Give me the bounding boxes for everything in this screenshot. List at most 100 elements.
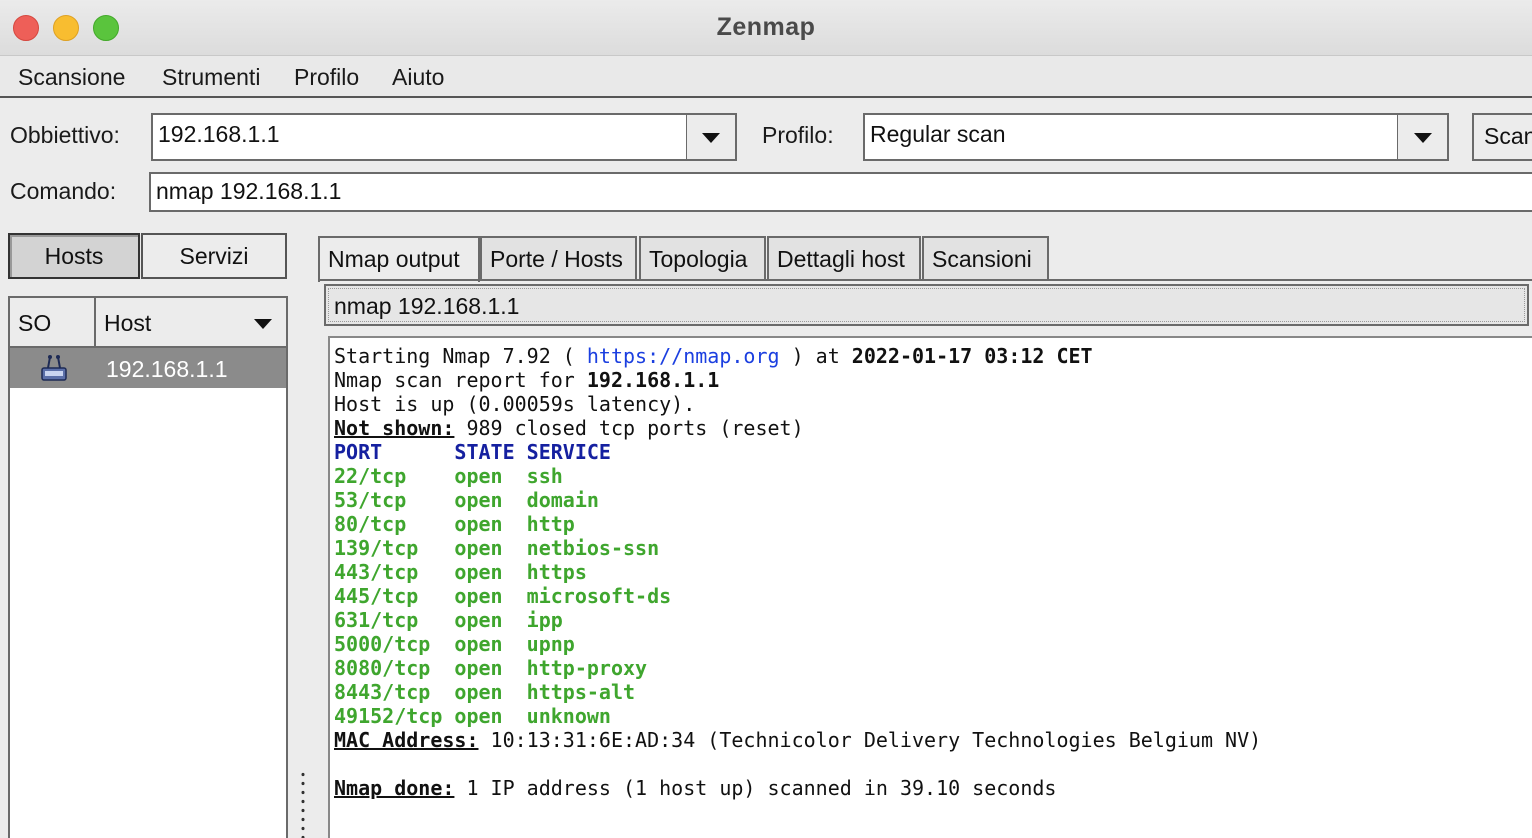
port-state: open (454, 584, 527, 608)
menu-profilo[interactable]: Profilo (294, 64, 359, 91)
output-not-shown-label: Not shown: (334, 416, 455, 440)
port-state: open (454, 488, 527, 512)
state-header: STATE (454, 440, 527, 464)
nmap-output-panel[interactable]: Starting Nmap 7.92 ( https://nmap.org ) … (328, 336, 1532, 838)
port-number: 22/tcp (334, 464, 455, 488)
host-row[interactable]: 192.168.1.1 (10, 348, 286, 388)
target-label: Obbiettivo: (10, 122, 120, 148)
service-header: SERVICE (526, 440, 611, 464)
port-row: 445/tcp open microsoft-ds (334, 584, 671, 608)
port-service: http-proxy (526, 656, 648, 680)
tab-nmap-output[interactable]: Nmap output (318, 236, 480, 282)
port-row: 443/tcp open https (334, 560, 587, 584)
port-service: ssh (526, 464, 563, 488)
chevron-down-icon (1413, 133, 1432, 143)
target-input[interactable]: 192.168.1.1 (151, 113, 688, 161)
port-number: 8080/tcp (334, 656, 455, 680)
port-service: netbios-ssn (526, 536, 660, 560)
output-start-mid: ) at (779, 344, 852, 368)
port-state: open (454, 536, 527, 560)
port-number: 445/tcp (334, 584, 455, 608)
tab-porte-hosts[interactable]: Porte / Hosts (480, 236, 637, 280)
profile-label: Profilo: (762, 122, 834, 148)
port-number: 139/tcp (334, 536, 455, 560)
port-state: open (454, 608, 527, 632)
output-done-label: Nmap done: (334, 776, 455, 800)
output-not-shown-text: 989 closed tcp ports (reset) (454, 416, 804, 440)
command-input[interactable]: nmap 192.168.1.1 (149, 172, 1532, 212)
port-number: 631/tcp (334, 608, 455, 632)
port-service: domain (526, 488, 599, 512)
command-label: Comando: (10, 178, 117, 204)
output-report-host: 192.168.1.1 (586, 368, 720, 392)
port-number: 53/tcp (334, 488, 455, 512)
menu-aiuto[interactable]: Aiuto (392, 64, 444, 91)
port-service: unknown (526, 704, 611, 728)
output-start-prefix: Starting Nmap 7.92 ( (334, 344, 587, 368)
port-row: 5000/tcp open upnp (334, 632, 575, 656)
port-row: 8443/tcp open https-alt (334, 680, 635, 704)
port-state: open (454, 512, 527, 536)
chevron-down-icon (702, 133, 720, 143)
target-dropdown-button[interactable] (686, 113, 737, 161)
column-header-os[interactable]: SO (10, 298, 96, 348)
port-number: 49152/tcp (334, 704, 455, 728)
scan-button[interactable]: Scan (1472, 113, 1532, 161)
sort-arrow-icon (254, 319, 272, 329)
title-bar: Zenmap (0, 0, 1532, 56)
port-row: 53/tcp open domain (334, 488, 599, 512)
window-title: Zenmap (716, 13, 816, 41)
output-report-prefix: Nmap scan report for (334, 368, 587, 392)
output-done-text: 1 IP address (1 host up) scanned in 39.1… (454, 776, 1057, 800)
menu-scansione[interactable]: Scansione (18, 64, 125, 91)
port-number: 80/tcp (334, 512, 455, 536)
tab-topologia[interactable]: Topologia (639, 236, 766, 280)
port-state: open (454, 560, 527, 584)
port-state: open (454, 704, 527, 728)
profile-select[interactable]: Regular scan (863, 113, 1399, 161)
port-row: 8080/tcp open http-proxy (334, 656, 647, 680)
port-service: microsoft-ds (526, 584, 672, 608)
profile-dropdown-button[interactable] (1397, 113, 1449, 161)
tab-scansioni[interactable]: Scansioni (922, 236, 1049, 280)
port-state: open (454, 680, 527, 704)
port-row: 49152/tcp open unknown (334, 704, 611, 728)
port-number: 8443/tcp (334, 680, 455, 704)
port-state: open (454, 632, 527, 656)
port-service: https (526, 560, 587, 584)
column-header-host-label: Host (104, 310, 152, 336)
tab-dettagli-host[interactable]: Dettagli host (767, 236, 921, 280)
port-number: 443/tcp (334, 560, 455, 584)
port-table: PORT STATE SERVICE 22/tcp open ssh 53/tc… (334, 440, 671, 728)
menu-bar: Scansione Strumenti Profilo Aiuto (0, 56, 1532, 98)
port-table-header: PORT STATE SERVICE (334, 440, 611, 464)
menu-strumenti[interactable]: Strumenti (162, 64, 260, 91)
services-toggle-button[interactable]: Servizi (141, 233, 287, 279)
port-service: upnp (526, 632, 575, 656)
port-row: 139/tcp open netbios-ssn (334, 536, 659, 560)
tab-divider (318, 279, 1532, 281)
port-state: open (454, 656, 527, 680)
column-header-host[interactable]: Host (96, 298, 286, 348)
port-service: ipp (526, 608, 563, 632)
nmap-output-text: Starting Nmap 7.92 ( https://nmap.org ) … (334, 344, 1261, 800)
network-device-icon (41, 355, 67, 381)
hosts-toggle-button[interactable]: Hosts (8, 233, 140, 279)
port-row: 631/tcp open ipp (334, 608, 563, 632)
host-list: SO Host 192.168.1.1 (8, 296, 288, 838)
host-ip: 192.168.1.1 (106, 356, 228, 382)
output-mac-text: 10:13:31:6E:AD:34 (Technicolor Delivery … (478, 728, 1262, 752)
port-service: http (526, 512, 575, 536)
port-row: 22/tcp open ssh (334, 464, 563, 488)
pane-resize-handle[interactable] (299, 770, 307, 838)
port-number: 5000/tcp (334, 632, 455, 656)
port-row: 80/tcp open http (334, 512, 575, 536)
output-start-time: 2022-01-17 03:12 CET (851, 344, 1093, 368)
port-state: open (454, 464, 527, 488)
port-service: https-alt (526, 680, 636, 704)
output-command-selector[interactable]: nmap 192.168.1.1 (324, 284, 1529, 326)
output-mac-label: MAC Address: (334, 728, 479, 752)
nmap-url-link[interactable]: https://nmap.org (587, 344, 780, 368)
output-host-up: Host is up (0.00059s latency). (334, 392, 696, 416)
port-header: PORT (334, 440, 455, 464)
